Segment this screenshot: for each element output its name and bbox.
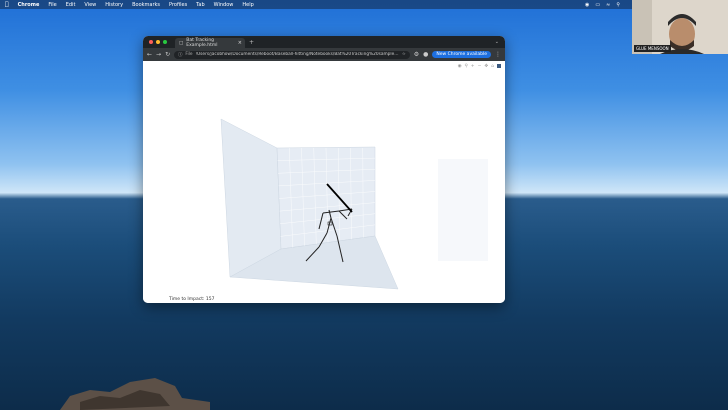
presenter-name-label: GLUE MENSOON bbox=[634, 45, 671, 52]
profile-icon[interactable]: ● bbox=[423, 51, 428, 58]
reload-icon[interactable]: ↻ bbox=[165, 51, 170, 58]
minimize-window-button[interactable] bbox=[156, 40, 160, 44]
rocks-foreground bbox=[60, 378, 210, 410]
menu-item-bookmarks[interactable]: Bookmarks bbox=[132, 2, 160, 8]
extensions-icon[interactable]: ⚙ bbox=[414, 51, 419, 58]
url-scheme: File bbox=[185, 52, 193, 57]
webcam-overlay: GLUE MENSOON bbox=[632, 0, 728, 54]
browser-toolbar: ← → ↻ ⓘ File /Users/jacobhow/Documents/R… bbox=[143, 48, 505, 61]
back-icon[interactable]: ← bbox=[147, 51, 152, 58]
wifi-icon[interactable]: ≈ bbox=[606, 2, 610, 8]
left-wall-plane bbox=[220, 118, 282, 278]
chrome-window: □ Bat Tracking Example.html × + ⌄ ← → ↻ … bbox=[143, 36, 505, 303]
search-icon[interactable]: ⚲ bbox=[616, 2, 620, 8]
menu-icon[interactable]: ⋮ bbox=[495, 51, 501, 58]
menu-item-file[interactable]: File bbox=[48, 2, 56, 8]
menu-item-tab[interactable]: Tab bbox=[196, 2, 204, 8]
url-text: /Users/jacobhow/Documents/Reboot/Basebal… bbox=[195, 52, 399, 57]
menu-item-view[interactable]: View bbox=[84, 2, 96, 8]
menubar-status-icons: ◉ ▭ ≈ ⚲ bbox=[585, 0, 620, 9]
menu-item-profiles[interactable]: Profiles bbox=[169, 2, 187, 8]
page-icon: □ bbox=[179, 40, 184, 46]
new-tab-button[interactable]: + bbox=[249, 39, 254, 46]
tab-bar: □ Bat Tracking Example.html × + ⌄ bbox=[143, 36, 505, 48]
side-panel-ghost bbox=[438, 159, 488, 261]
file-icon: ⓘ bbox=[178, 52, 183, 58]
new-chrome-available-button[interactable]: New Chrome available bbox=[432, 51, 491, 58]
menu-item-edit[interactable]: Edit bbox=[66, 2, 76, 8]
tab-search-icon[interactable]: ⌄ bbox=[495, 39, 499, 45]
menu-item-history[interactable]: History bbox=[105, 2, 123, 8]
close-tab-icon[interactable]: × bbox=[238, 40, 242, 46]
time-to-impact-label: Time to Impact: 157 bbox=[169, 297, 215, 302]
apple-icon[interactable]:  bbox=[5, 1, 9, 8]
maximize-window-button[interactable] bbox=[163, 40, 167, 44]
3d-plot[interactable]: 0112233445566778899110121132143154165176… bbox=[143, 61, 505, 303]
close-window-button[interactable] bbox=[149, 40, 153, 44]
tab-title: Bat Tracking Example.html bbox=[186, 38, 218, 48]
record-icon[interactable]: ◉ bbox=[585, 2, 589, 8]
window-controls bbox=[149, 40, 167, 44]
address-bar[interactable]: ⓘ File /Users/jacobhow/Documents/Reboot/… bbox=[174, 50, 410, 59]
browser-tab[interactable]: □ Bat Tracking Example.html × bbox=[175, 38, 245, 48]
menu-item-help[interactable]: Help bbox=[242, 2, 253, 8]
forward-icon[interactable]: → bbox=[156, 51, 161, 58]
page-content: ◉ ⚲ + − ✥ ⌂ Time to Impact: 157 bbox=[143, 61, 505, 303]
back-wall-plane bbox=[276, 146, 376, 250]
battery-icon[interactable]: ▭ bbox=[595, 2, 600, 8]
menu-item-chrome[interactable]: Chrome bbox=[18, 2, 40, 8]
bookmark-star-icon[interactable]: ☆ bbox=[402, 52, 406, 57]
menu-item-window[interactable]: Window bbox=[214, 2, 234, 8]
